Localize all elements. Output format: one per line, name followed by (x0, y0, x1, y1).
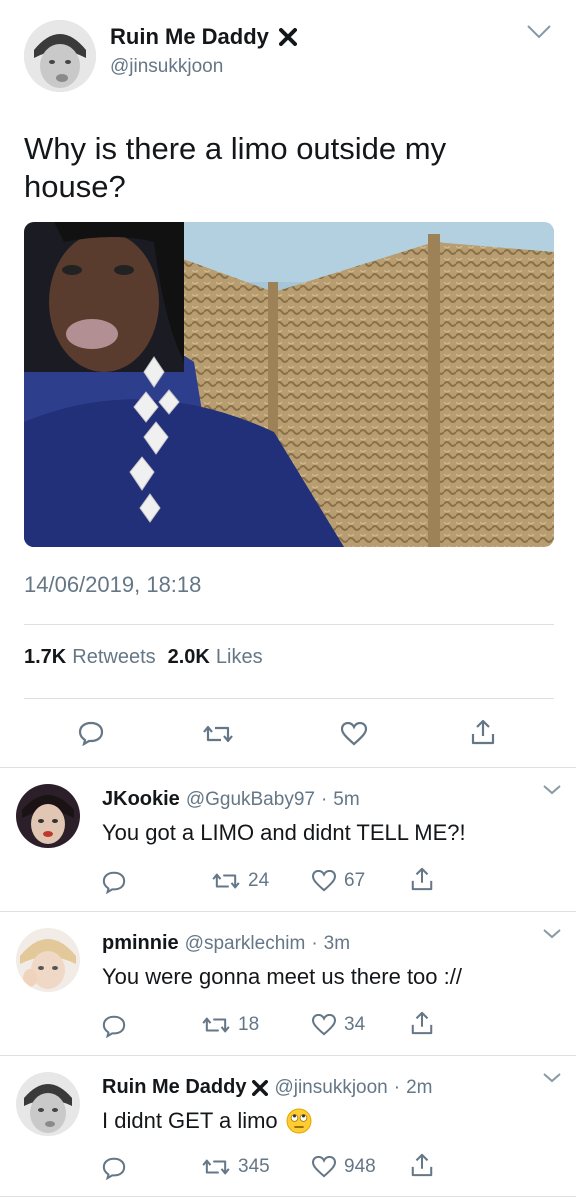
retweet-count: 18 (238, 1014, 260, 1035)
avatar[interactable] (16, 784, 80, 848)
avatar[interactable] (16, 1072, 80, 1136)
reply-icon[interactable] (78, 720, 104, 746)
reply-author-handle[interactable]: @jinsukkjoon (274, 1077, 387, 1099)
tweet-image[interactable] (24, 222, 554, 547)
x-icon (252, 1079, 269, 1096)
chevron-down-icon[interactable] (542, 1072, 562, 1084)
retweet-icon[interactable] (202, 1014, 230, 1036)
reply-time: 3m (323, 933, 351, 954)
retweet-icon[interactable] (202, 1156, 230, 1178)
divider (0, 911, 576, 912)
divider (24, 698, 554, 699)
reply-text: I didnt GET a limo (102, 1108, 278, 1133)
reply-time: 2m (406, 1077, 433, 1098)
reply-icon[interactable] (102, 870, 126, 894)
tweet-stats: 1.7K Retweets 2.0K Likes (24, 646, 263, 669)
avatar[interactable] (24, 20, 96, 92)
author-name[interactable]: Ruin Me Daddy (110, 24, 269, 50)
retweets-count[interactable]: 1.7K (24, 646, 66, 669)
like-count: 67 (344, 870, 366, 891)
reply-text: You were gonna meet us there too :// (102, 964, 462, 989)
reply-author-name[interactable]: JKookie (102, 788, 180, 811)
reply-author-handle[interactable]: @sparklechim (185, 933, 306, 955)
eye-roll-emoji (286, 1108, 312, 1134)
separator: · (320, 789, 328, 810)
share-icon[interactable] (470, 718, 496, 746)
reply-icon[interactable] (102, 1014, 126, 1038)
chevron-down-icon[interactable] (526, 24, 552, 40)
tweet-text: Why is there a limo outside my house? (24, 131, 447, 204)
x-icon (278, 28, 297, 46)
heart-icon[interactable] (312, 1156, 336, 1178)
retweet-count: 345 (238, 1156, 270, 1177)
author-handle[interactable]: @jinsukkjoon (110, 56, 223, 78)
retweet-icon[interactable] (203, 722, 233, 746)
avatar[interactable] (16, 928, 80, 992)
divider (24, 624, 554, 625)
reply-text: You got a LIMO and didnt TELL ME?! (102, 820, 466, 845)
likes-label[interactable]: Likes (216, 646, 263, 669)
reply-author-handle[interactable]: @GgukBaby97 (186, 789, 315, 811)
reply-author-name[interactable]: Ruin Me Daddy (102, 1076, 246, 1099)
heart-icon[interactable] (312, 1014, 336, 1036)
share-icon[interactable] (410, 1010, 434, 1036)
tweet-timestamp: 14/06/2019, 18:18 (24, 572, 202, 597)
separator: · (311, 933, 318, 954)
reply-icon[interactable] (102, 1156, 126, 1180)
share-icon[interactable] (410, 866, 434, 892)
heart-icon[interactable] (341, 722, 367, 746)
likes-count[interactable]: 2.0K (168, 646, 210, 669)
divider (0, 1055, 576, 1056)
like-count: 948 (344, 1156, 376, 1177)
like-count: 34 (344, 1014, 366, 1035)
retweet-icon[interactable] (212, 870, 240, 892)
reply-author-name[interactable]: pminnie (102, 932, 179, 955)
chevron-down-icon[interactable] (542, 784, 562, 796)
divider (0, 767, 576, 768)
separator: · (393, 1077, 401, 1098)
heart-icon[interactable] (312, 870, 336, 892)
retweet-count: 24 (248, 870, 270, 891)
share-icon[interactable] (410, 1152, 434, 1178)
reply-time: 5m (333, 789, 360, 810)
chevron-down-icon[interactable] (542, 928, 562, 940)
divider (0, 1196, 576, 1197)
retweets-label[interactable]: Retweets (72, 646, 155, 669)
